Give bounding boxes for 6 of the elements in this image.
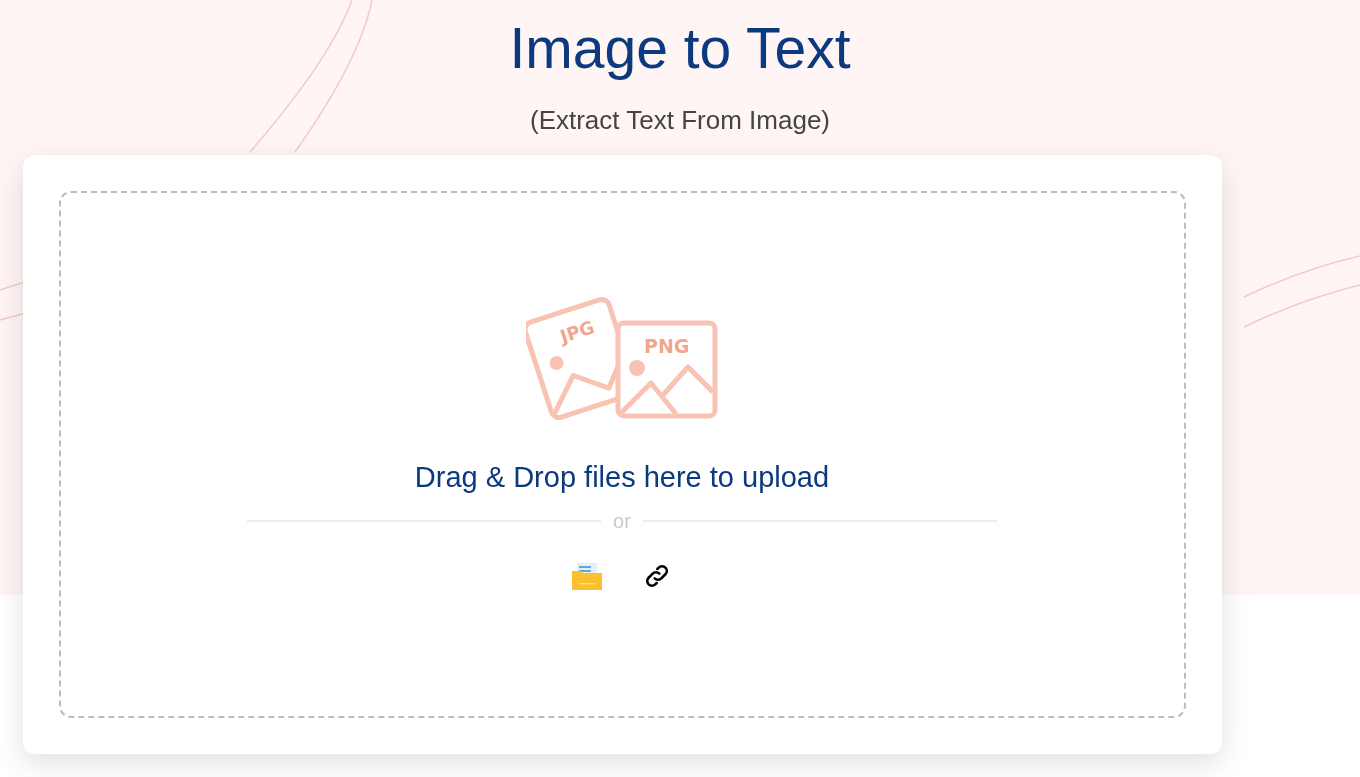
page-title: Image to Text: [509, 15, 851, 82]
folder-icon: [571, 561, 603, 591]
drop-prompt: Drag & Drop files here to upload: [414, 460, 830, 494]
link-icon: [643, 562, 671, 590]
page-subtitle: (Extract Text From Image): [530, 104, 830, 136]
folder-button[interactable]: [571, 560, 603, 592]
